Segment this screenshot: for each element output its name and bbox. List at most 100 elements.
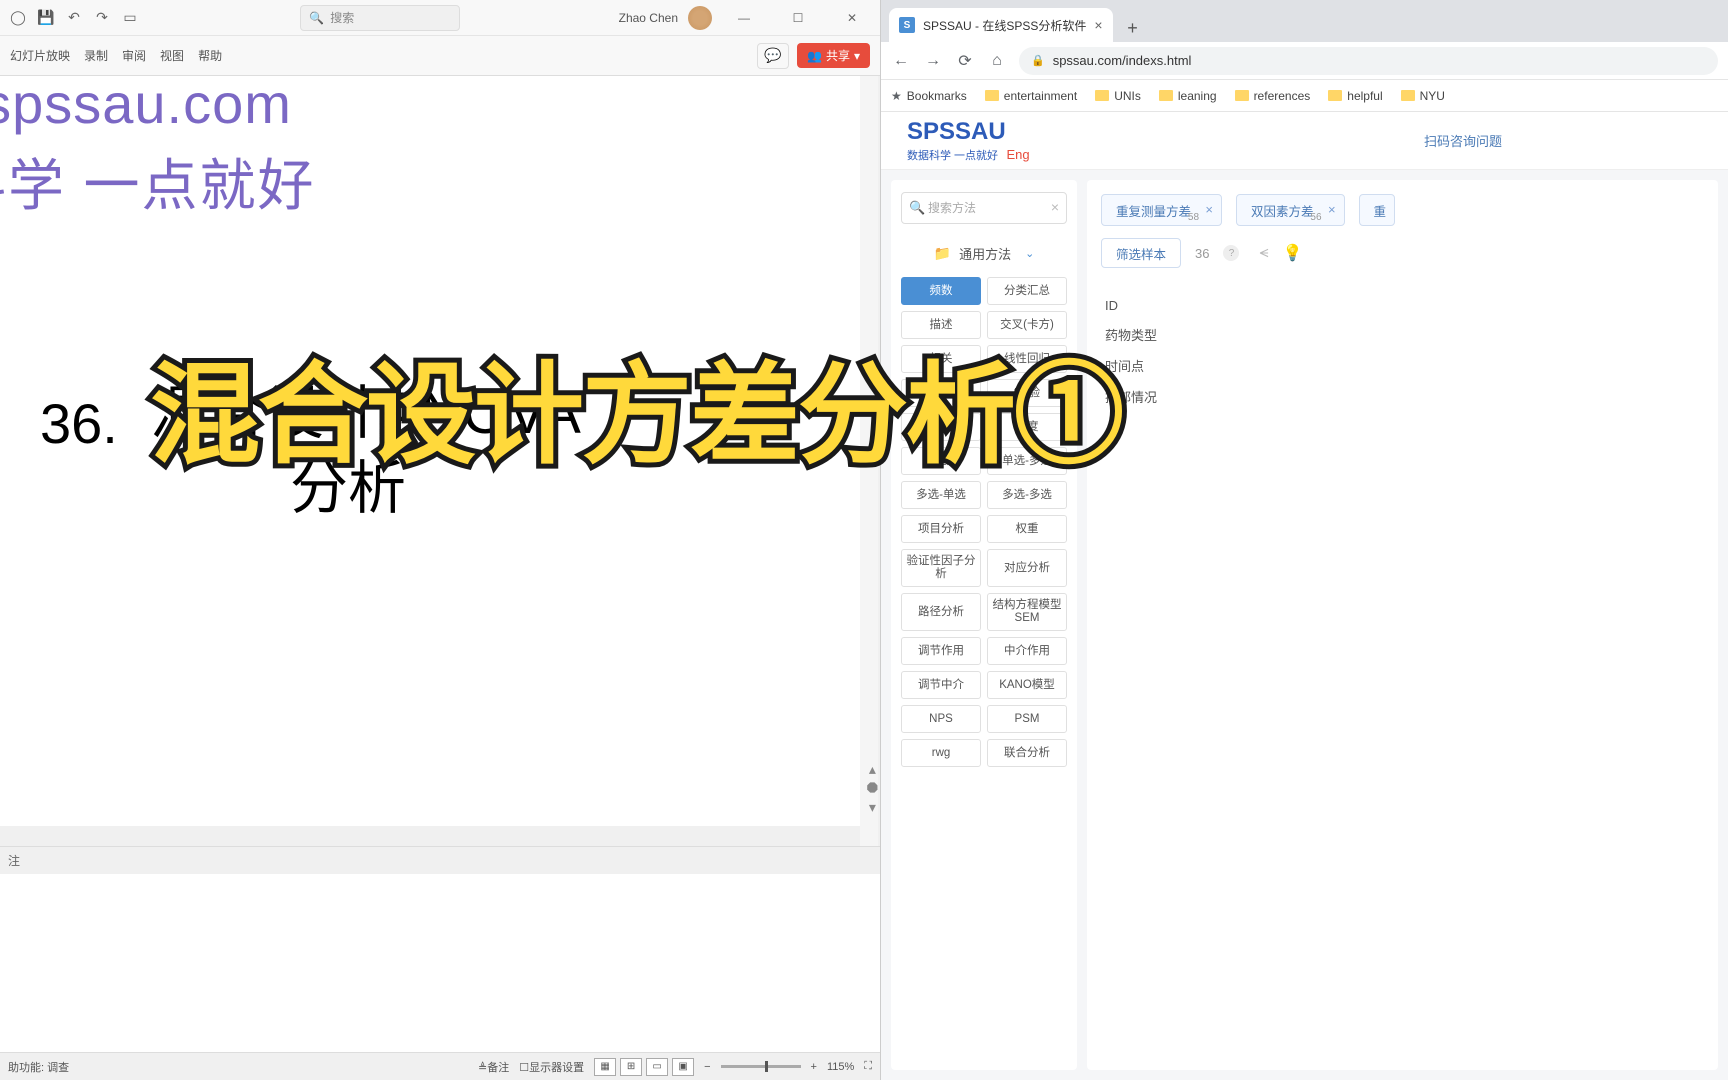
- method-search-input[interactable]: [901, 192, 1067, 224]
- share-icon[interactable]: ⪪: [1259, 244, 1268, 262]
- scroll-down-icon[interactable]: ▾: [869, 799, 876, 816]
- zoom-value[interactable]: 115%: [827, 1061, 854, 1073]
- bulb-icon[interactable]: 💡: [1283, 243, 1303, 263]
- site-brand[interactable]: SPSSAU 数据科学 一点就好 Eng: [907, 118, 1030, 164]
- maximize-button[interactable]: ☐: [776, 3, 820, 33]
- method-item-analysis[interactable]: 项目分析: [901, 515, 981, 543]
- save-icon[interactable]: 💾: [34, 6, 58, 30]
- favicon: S: [899, 17, 915, 33]
- method-multi-single[interactable]: 多选-单选: [901, 481, 981, 509]
- method-rwg[interactable]: rwg: [901, 739, 981, 767]
- analysis-tags: 重复测量方差 58 × 双因素方差 56 × 重: [1101, 194, 1704, 226]
- method-correspondence[interactable]: 对应分析: [987, 549, 1067, 587]
- reload-button[interactable]: ⟳: [955, 51, 975, 71]
- autosave-toggle[interactable]: ◯: [6, 6, 30, 30]
- bookmark-folder[interactable]: entertainment: [985, 89, 1077, 103]
- qr-consult-link[interactable]: 扫码咨询问题: [1424, 131, 1502, 150]
- video-overlay-title: 混合设计方差分析①: [150, 325, 1122, 485]
- close-icon[interactable]: ×: [1328, 202, 1336, 217]
- site-logo: SPSSAU: [907, 118, 1030, 146]
- methods-panel: 🔍 × 📁 通用方法 ⌄ 频数 分类汇总 描述 交叉(卡方) 相关 线性回归 方…: [891, 180, 1077, 1070]
- close-icon[interactable]: ×: [1205, 202, 1213, 217]
- zoom-out-icon[interactable]: −: [704, 1061, 710, 1073]
- notes-button[interactable]: ≜备注: [478, 1059, 509, 1075]
- tag-twoway-anova[interactable]: 双因素方差 56 ×: [1236, 194, 1345, 226]
- search-box[interactable]: 🔍 搜索: [300, 5, 460, 31]
- close-button[interactable]: ✕: [830, 3, 874, 33]
- home-button[interactable]: ⌂: [987, 51, 1007, 71]
- tab-slideshow[interactable]: 幻灯片放映: [10, 47, 70, 64]
- bookmarks-main[interactable]: ★ Bookmarks: [891, 89, 967, 103]
- language-link[interactable]: Eng: [1007, 147, 1030, 162]
- status-left: 助功能: 调查: [8, 1059, 69, 1075]
- variable-timepoint[interactable]: 时间点: [1101, 350, 1704, 381]
- tab-close-icon[interactable]: ×: [1094, 17, 1102, 33]
- help-icon[interactable]: ?: [1223, 245, 1239, 261]
- display-settings-button[interactable]: ☐显示器设置: [519, 1059, 584, 1075]
- undo-icon[interactable]: ↶: [62, 6, 86, 30]
- share-button[interactable]: 👥 共享 ▾: [797, 43, 870, 68]
- method-kano[interactable]: KANO模型: [987, 671, 1067, 699]
- browser-tab[interactable]: S SPSSAU - 在线SPSS分析软件 ×: [889, 8, 1113, 42]
- bookmark-folder[interactable]: references: [1235, 89, 1311, 103]
- redo-icon[interactable]: ↷: [90, 6, 114, 30]
- method-nps[interactable]: NPS: [901, 705, 981, 733]
- comment-button[interactable]: 💬: [757, 43, 789, 69]
- forward-button[interactable]: →: [923, 51, 943, 71]
- slideshow-icon[interactable]: ▭: [118, 6, 142, 30]
- tag-repeated-anova[interactable]: 重复测量方差 58 ×: [1101, 194, 1222, 226]
- zoom-slider[interactable]: [721, 1065, 801, 1068]
- address-bar: ← → ⟳ ⌂ 🔒 spssau.com/indexs.html: [881, 42, 1728, 80]
- zoom-in-icon[interactable]: +: [811, 1061, 817, 1073]
- fit-window-icon[interactable]: ⛶: [864, 1060, 872, 1073]
- workspace-panel: 重复测量方差 58 × 双因素方差 56 × 重 筛选样本 36 ? ⪪ 💡: [1087, 180, 1718, 1070]
- method-moderated-mediation[interactable]: 调节中介: [901, 671, 981, 699]
- title-bar: ◯ 💾 ↶ ↷ ▭ 🔍 搜索 Zhao Chen — ☐ ✕: [0, 0, 880, 36]
- bookmark-folder[interactable]: helpful: [1328, 89, 1382, 103]
- scroll-up-icon[interactable]: ▴: [869, 761, 876, 778]
- reading-view-icon[interactable]: ▭: [646, 1058, 668, 1076]
- method-multi-multi[interactable]: 多选-多选: [987, 481, 1067, 509]
- tab-view[interactable]: 视图: [160, 47, 184, 64]
- method-moderation[interactable]: 调节作用: [901, 637, 981, 665]
- category-selector[interactable]: 📁 通用方法 ⌄: [901, 236, 1067, 277]
- normal-view-icon[interactable]: ▦: [594, 1058, 616, 1076]
- bookmark-folder[interactable]: leaning: [1159, 89, 1217, 103]
- slideshow-view-icon[interactable]: ▣: [672, 1058, 694, 1076]
- method-cfa[interactable]: 验证性因子分析: [901, 549, 981, 587]
- method-sem[interactable]: 结构方程模型SEM: [987, 593, 1067, 631]
- url-input[interactable]: 🔒 spssau.com/indexs.html: [1019, 47, 1718, 75]
- search-placeholder: 搜索: [330, 9, 354, 26]
- variable-depression[interactable]: 抑郁情况: [1101, 381, 1704, 412]
- bookmark-folder[interactable]: UNIs: [1095, 89, 1141, 103]
- avatar[interactable]: [688, 6, 712, 30]
- filter-sample-button[interactable]: 筛选样本: [1101, 238, 1181, 268]
- variable-drug-type[interactable]: 药物类型: [1101, 319, 1704, 350]
- back-button[interactable]: ←: [891, 51, 911, 71]
- method-frequency[interactable]: 频数: [901, 277, 981, 305]
- tab-record[interactable]: 录制: [84, 47, 108, 64]
- site-slogan: 数据科学 一点就好: [907, 150, 998, 162]
- scroll-marker-icon: ⯃: [867, 780, 878, 797]
- status-right: ≜备注 ☐显示器设置 ▦ ⊞ ▭ ▣ − + 115% ⛶: [478, 1058, 872, 1076]
- method-path[interactable]: 路径分析: [901, 593, 981, 631]
- ribbon-tabs: 幻灯片放映 录制 审阅 视图 帮助: [10, 47, 222, 64]
- folder-icon: 📁: [934, 245, 951, 262]
- notes-pane[interactable]: 注: [0, 846, 880, 874]
- new-tab-button[interactable]: +: [1119, 14, 1147, 42]
- variable-id[interactable]: ID: [1101, 292, 1704, 319]
- tag-partial[interactable]: 重: [1359, 194, 1396, 226]
- tab-help[interactable]: 帮助: [198, 47, 222, 64]
- bookmark-folder[interactable]: NYU: [1401, 89, 1445, 103]
- sorter-view-icon[interactable]: ⊞: [620, 1058, 642, 1076]
- user-name: Zhao Chen: [619, 11, 678, 25]
- method-mediation[interactable]: 中介作用: [987, 637, 1067, 665]
- clear-icon[interactable]: ×: [1051, 199, 1059, 215]
- tab-review[interactable]: 审阅: [122, 47, 146, 64]
- minimize-button[interactable]: —: [722, 3, 766, 33]
- method-category-summary[interactable]: 分类汇总: [987, 277, 1067, 305]
- method-conjoint[interactable]: 联合分析: [987, 739, 1067, 767]
- tab-title: SPSSAU - 在线SPSS分析软件: [923, 17, 1086, 34]
- method-weight[interactable]: 权重: [987, 515, 1067, 543]
- method-psm[interactable]: PSM: [987, 705, 1067, 733]
